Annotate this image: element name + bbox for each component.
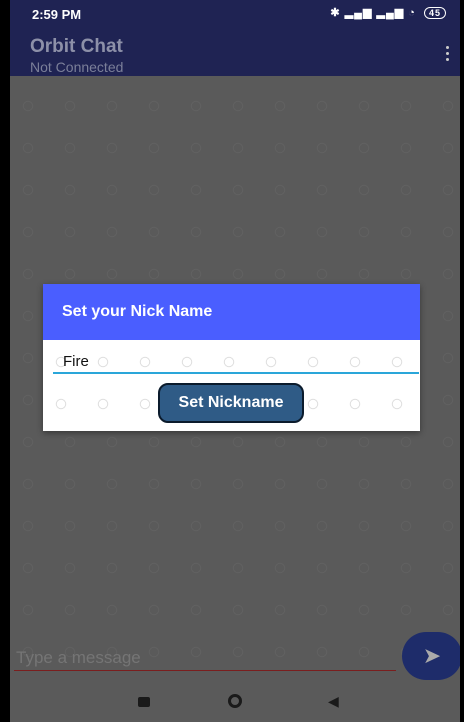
status-bar: 2:59 PM ✱ ▂▄▆ ▂▄▆ ◔ 45 <box>10 0 460 28</box>
signal-icon-2: ▂▄▆ <box>376 7 405 19</box>
status-time: 2:59 PM <box>32 7 82 22</box>
set-nickname-button[interactable]: Set Nickname <box>158 383 304 423</box>
battery-icon: 45 <box>423 7 446 19</box>
nickname-input[interactable] <box>53 350 419 374</box>
status-icons: ✱ ▂▄▆ ▂▄▆ ◔ 45 <box>330 6 446 19</box>
send-button[interactable]: ➤ <box>402 632 460 680</box>
message-composer: ➤ <box>10 632 460 680</box>
app-title: Orbit Chat <box>30 36 123 57</box>
back-icon[interactable]: ◀ <box>328 693 339 710</box>
message-input[interactable] <box>14 646 396 671</box>
system-nav-bar: ◀ <box>10 685 460 722</box>
dialog-body: Set Nickname <box>43 340 420 431</box>
more-vert-icon[interactable] <box>446 46 450 62</box>
app-bar: Orbit Chat Not Connected <box>10 28 460 76</box>
nickname-dialog: Set your Nick Name Set Nickname <box>43 284 420 431</box>
send-icon: ➤ <box>422 643 442 668</box>
bluetooth-icon: ✱ <box>330 7 341 19</box>
recents-icon[interactable] <box>138 697 150 707</box>
connection-status: Not Connected <box>30 59 124 75</box>
dialog-title: Set your Nick Name <box>43 284 420 340</box>
wifi-icon: ◔ <box>408 7 416 19</box>
signal-icon: ▂▄▆ <box>344 7 373 19</box>
home-icon[interactable] <box>228 694 242 708</box>
